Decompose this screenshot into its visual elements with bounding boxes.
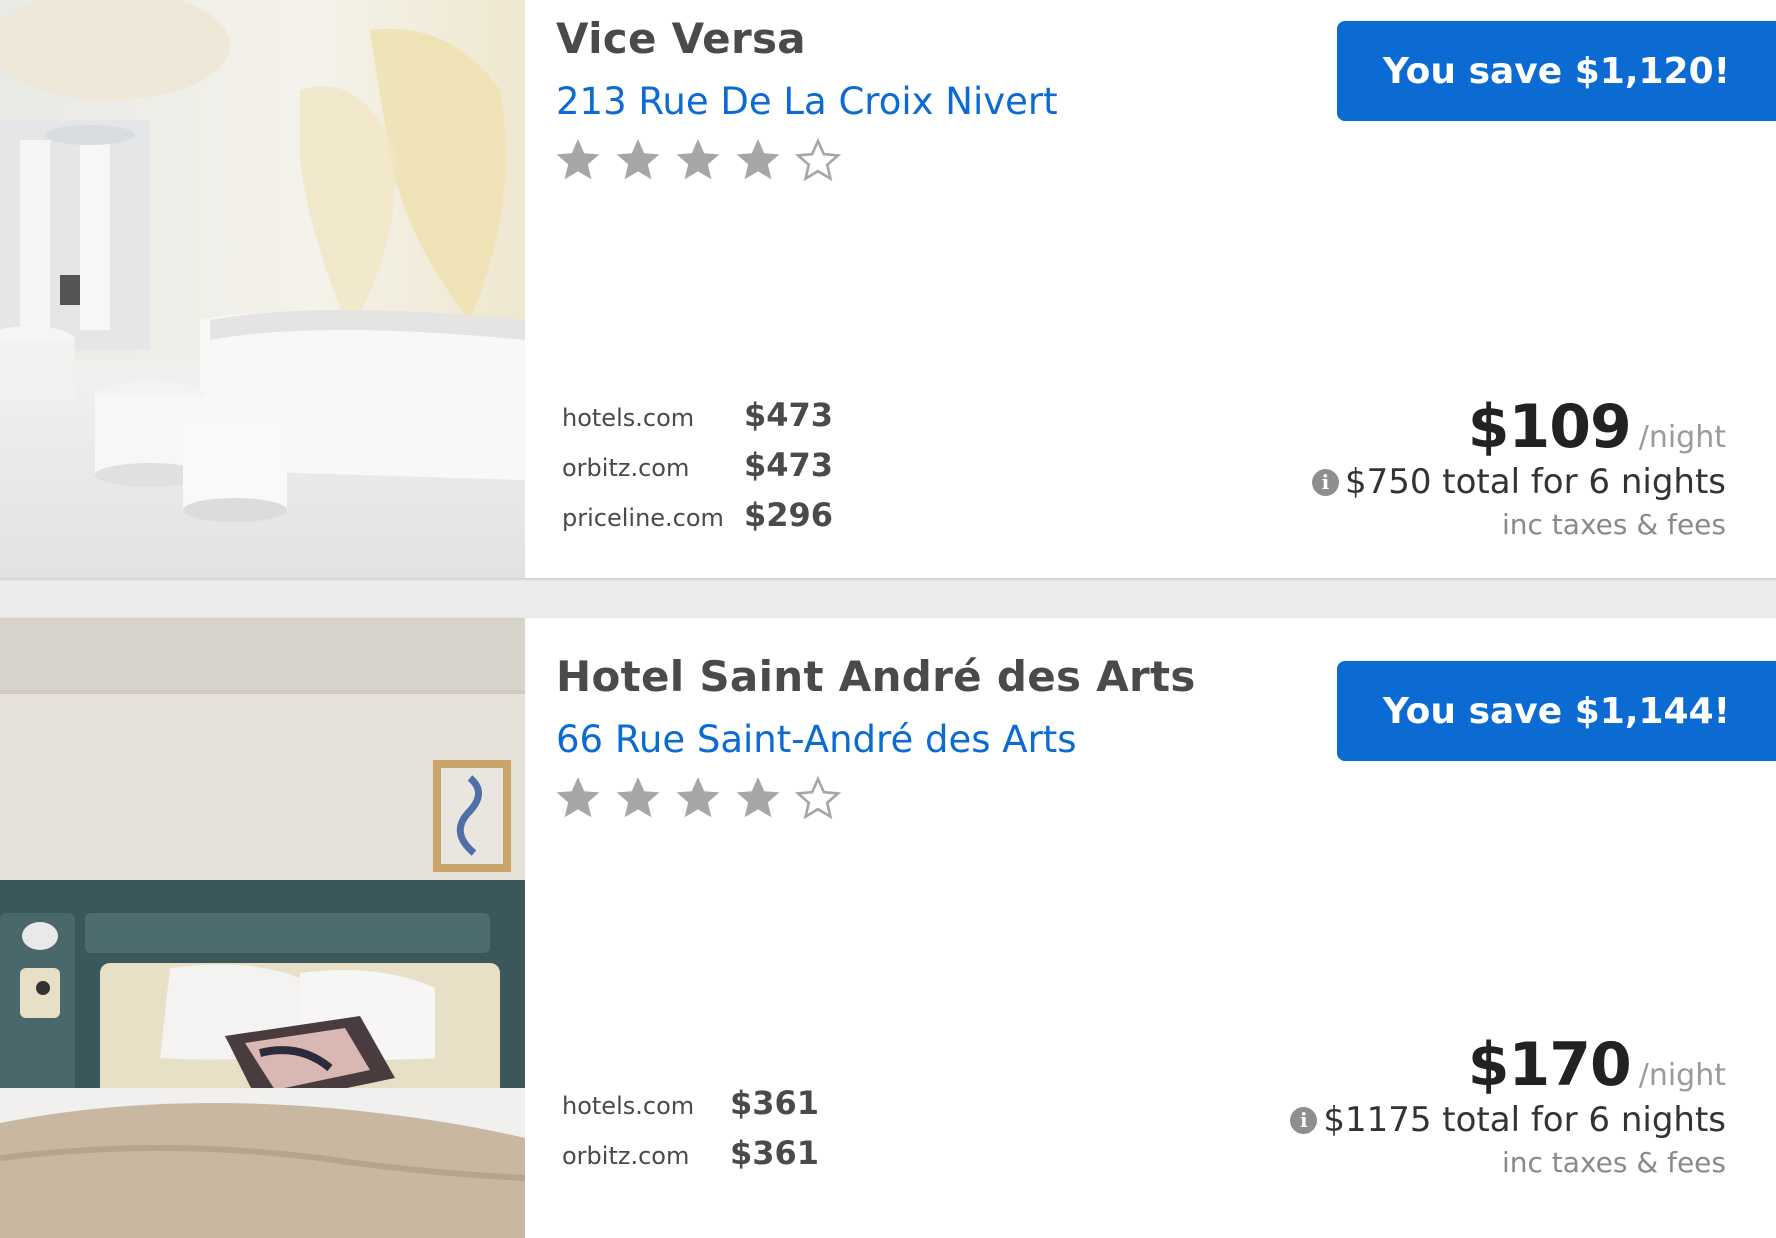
nightly-price: $170 (1467, 1030, 1632, 1100)
info-icon[interactable]: i (1311, 468, 1339, 496)
hotel-name[interactable]: Hotel Saint André des Arts (556, 652, 1196, 701)
star-empty-icon (794, 774, 842, 822)
per-night-label: /night (1638, 420, 1726, 455)
star-filled-icon (614, 136, 662, 184)
partner-site-name: hotels.com (562, 404, 695, 432)
partner-price-row[interactable]: hotels.com $473 (562, 396, 833, 446)
star-rating (554, 774, 842, 822)
star-filled-icon (674, 136, 722, 184)
star-filled-icon (554, 136, 602, 184)
hotel-card[interactable]: Hotel Saint André des Arts 66 Rue Saint-… (0, 618, 1776, 1238)
taxes-fees-note: inc taxes & fees (1501, 508, 1726, 541)
partner-price-row[interactable]: orbitz.com $473 (562, 446, 833, 496)
you-save-button[interactable]: You save $1,120! (1337, 21, 1776, 121)
nightly-price: $109 (1467, 392, 1632, 462)
hotel-card[interactable]: Vice Versa 213 Rue De La Croix Nivert Yo… (0, 0, 1776, 578)
star-rating (554, 136, 842, 184)
star-filled-icon (674, 774, 722, 822)
star-filled-icon (614, 774, 662, 822)
price-summary: $109/night i $750 total for 6 nights inc … (1311, 392, 1726, 541)
partner-prices: hotels.com $361 orbitz.com $361 (562, 1084, 819, 1184)
partner-price-row[interactable]: priceline.com $296 (562, 496, 833, 546)
price-summary: $170/night i $1175 total for 6 nights inc… (1290, 1030, 1726, 1179)
partner-price: $296 (744, 496, 834, 534)
hotel-photo[interactable] (0, 0, 525, 578)
partner-price: $361 (730, 1084, 820, 1122)
partner-site-name: priceline.com (562, 504, 724, 532)
hotel-address-link[interactable]: 213 Rue De La Croix Nivert (556, 80, 1058, 123)
hotel-address-link[interactable]: 66 Rue Saint-André des Arts (556, 718, 1077, 761)
partner-prices: hotels.com $473 orbitz.com $473 pricelin… (562, 396, 833, 546)
star-filled-icon (554, 774, 602, 822)
total-price: $1175 total for 6 nights (1323, 1100, 1726, 1140)
partner-price: $473 (744, 396, 834, 434)
per-night-label: /night (1638, 1058, 1726, 1093)
partner-price-row[interactable]: hotels.com $361 (562, 1084, 819, 1134)
star-filled-icon (734, 774, 782, 822)
star-filled-icon (734, 136, 782, 184)
partner-price: $361 (730, 1134, 820, 1172)
hotel-name[interactable]: Vice Versa (556, 14, 806, 63)
you-save-button[interactable]: You save $1,144! (1337, 661, 1776, 761)
taxes-fees-note: inc taxes & fees (1501, 1146, 1726, 1179)
hotel-photo[interactable] (0, 618, 525, 1238)
partner-price-row[interactable]: orbitz.com $361 (562, 1134, 819, 1184)
partner-site-name: hotels.com (562, 1092, 695, 1120)
partner-site-name: orbitz.com (562, 1142, 690, 1170)
total-price: $750 total for 6 nights (1344, 462, 1726, 502)
info-icon[interactable]: i (1290, 1106, 1318, 1134)
partner-site-name: orbitz.com (562, 454, 690, 482)
partner-price: $473 (744, 446, 834, 484)
star-empty-icon (794, 136, 842, 184)
